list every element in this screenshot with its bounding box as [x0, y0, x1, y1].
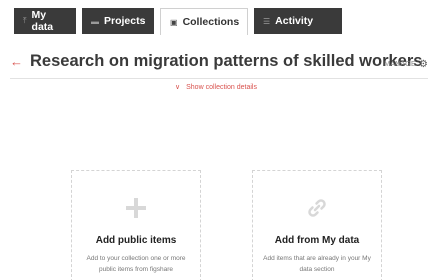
tab-label: My data: [31, 9, 54, 33]
tab-my-data[interactable]: ⤒ My data: [14, 8, 76, 34]
card-description: Add items that are already in your My da…: [263, 255, 371, 273]
tab-label: Activity: [275, 15, 314, 27]
card-description: Add to your collection one or more publi…: [86, 255, 186, 273]
card-title: Add from My data: [274, 235, 360, 246]
show-details-label: Show collection details: [182, 84, 261, 91]
tab-label: Collections: [182, 16, 240, 28]
manage-button[interactable]: MANAGE ⚙: [384, 59, 428, 70]
collection-icon: ▣: [170, 17, 178, 27]
tab-label: Projects: [104, 15, 146, 27]
tab-projects[interactable]: ▬ Projects: [82, 8, 154, 34]
activity-icon: ☰: [263, 16, 271, 26]
gear-icon: ⚙: [418, 59, 428, 70]
link-icon: [253, 197, 381, 219]
manage-label: MANAGE: [384, 61, 416, 68]
tab-collections[interactable]: ▣ Collections: [160, 8, 248, 35]
add-from-my-data-card[interactable]: Add from My data Add items that are alre…: [252, 170, 382, 280]
plus-icon: [72, 197, 200, 219]
add-public-items-card[interactable]: Add public items Add to your collection …: [71, 170, 201, 280]
card-title: Add public items: [95, 235, 177, 246]
page-title: Research on migration patterns of skille…: [30, 52, 423, 70]
folder-icon: ▬: [91, 16, 99, 26]
upload-icon: ⤒: [23, 16, 27, 25]
tab-activity[interactable]: ☰ Activity: [254, 8, 342, 34]
tab-bar: ⤒ My data ▬ Projects ▣ Collections ☰ Act…: [14, 8, 342, 35]
details-toggle-row: ∨ Show collection details: [0, 76, 436, 94]
show-details-link[interactable]: ∨ Show collection details: [171, 83, 265, 91]
back-arrow-icon[interactable]: ←: [10, 55, 23, 68]
